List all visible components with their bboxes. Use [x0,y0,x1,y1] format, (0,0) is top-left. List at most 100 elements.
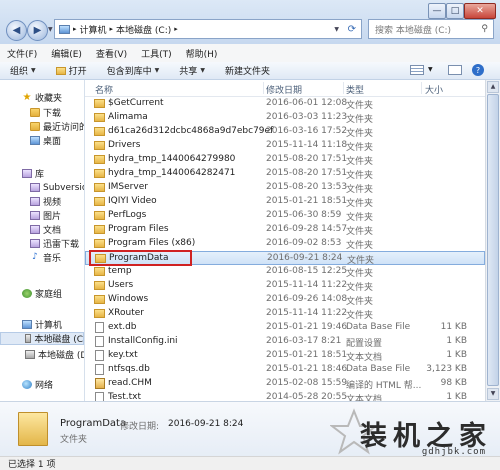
menu-view[interactable]: 查看(V) [89,47,134,60]
table-row[interactable]: XRouter 2015-11-14 11:22 文件夹 [85,307,485,321]
close-button[interactable]: ✕ [464,3,496,19]
share-button[interactable]: 共享 ▼ [169,64,215,77]
documents-library-icon [30,225,40,234]
table-row[interactable]: hydra_tmp_1440064282471 2015-08-20 17:51 文… [85,167,485,181]
address-dropdown-icon[interactable]: ▼ [334,26,339,33]
nav-downloads[interactable]: 下载 [30,106,61,119]
nav-recent-places[interactable]: 最近访问的 [30,120,84,133]
file-type: 文件夹 [346,199,374,209]
file-type: 文件夹 [346,311,374,321]
table-row[interactable]: IQIYI Video 2015-01-21 18:51 文件夹 [85,195,485,209]
address-field[interactable]: ▸ 计算机 ▸ 本地磁盘 (C:) ▸ ▼ ⟳ [54,19,362,39]
table-row[interactable]: ext.db 2015-01-21 19:46 Data Base File 11 K… [85,321,485,335]
new-folder-button[interactable]: 新建文件夹 [215,64,280,77]
scroll-up-arrow-icon[interactable]: ▲ [487,81,499,93]
command-bar: 组织 ▼ 打开 包含到库中 ▼ 共享 ▼ 新建文件夹 ▼ ? [0,62,500,80]
file-date: 2016-09-21 8:24 [267,253,343,263]
minimize-button[interactable]: — [428,3,446,19]
nav-libraries[interactable]: 库 [22,167,44,180]
help-icon[interactable]: ? [472,64,484,76]
highlight-box [89,250,192,266]
table-row[interactable]: Drivers 2015-11-14 11:18 文件夹 [85,139,485,153]
organize-button[interactable]: 组织 ▼ [0,64,46,77]
nav-homegroup[interactable]: 家庭组 [22,287,62,300]
file-type: 文件夹 [346,185,374,195]
view-dropdown-icon[interactable]: ▼ [428,66,433,73]
file-name: IQIYI Video [108,196,157,206]
open-button[interactable]: 打开 [46,64,97,77]
back-button[interactable]: ◀ [6,20,27,41]
nav-thunder-downloads-label: 迅雷下载 [43,240,80,250]
recent-pages-chevron-icon[interactable]: ▼ [48,26,53,33]
column-divider[interactable] [263,82,264,94]
address-bar-area: ◀ ▶ ▼ ▸ 计算机 ▸ 本地磁盘 (C:) ▸ ▼ ⟳ 搜索 本地磁盘 (C… [0,0,500,45]
menu-help[interactable]: 帮助(H) [179,47,225,60]
table-row[interactable]: temp 2016-08-15 12:25 文件夹 [85,265,485,279]
column-divider[interactable] [343,82,344,94]
column-divider[interactable] [421,82,422,94]
nav-desktop[interactable]: 桌面 [30,134,61,147]
column-header-type[interactable]: 类型 [346,83,364,96]
nav-pictures[interactable]: 图片 [30,209,61,222]
nav-network-label: 网络 [35,381,54,391]
file-name: hydra_tmp_1440064282471 [108,168,236,178]
maximize-button[interactable]: □ [446,3,464,19]
nav-computer[interactable]: 计算机 [22,318,62,331]
open-icon [55,66,66,75]
file-date: 2015-11-14 11:22 [266,308,348,318]
breadcrumb-computer[interactable]: 计算机 [80,23,107,36]
table-row[interactable]: PerfLogs 2015-06-30 8:59 文件夹 [85,209,485,223]
table-row[interactable]: Users 2015-11-14 11:22 文件夹 [85,279,485,293]
crumb-separator: ▸ [73,25,77,33]
file-name: read.CHM [108,378,152,388]
nav-videos-label: 视频 [43,198,62,208]
table-row[interactable]: Program Files 2016-09-28 14:57 文件夹 [85,223,485,237]
nav-subversion[interactable]: Subversion [30,181,84,194]
nav-network[interactable]: 网络 [22,378,53,391]
table-row[interactable]: InstallConfig.ini 2016-03-17 8:21 配置设置 1 KB [85,335,485,349]
nav-favorites[interactable]: ★ 收藏夹 [22,91,63,105]
menu-edit[interactable]: 编辑(E) [44,47,89,60]
file-date: 2015-08-20 17:51 [266,168,348,178]
preview-pane-button[interactable] [448,65,462,75]
table-row[interactable]: hydra_tmp_1440064279980 2015-08-20 17:51 文… [85,153,485,167]
menu-file[interactable]: 文件(F) [0,47,44,60]
downloads-folder-icon [30,108,40,117]
breadcrumb-local-disk-c[interactable]: 本地磁盘 (C:) [116,23,171,36]
nav-downloads-label: 下载 [43,109,62,119]
file-type: 文件夹 [346,157,374,167]
column-header-date[interactable]: 修改日期 [266,83,302,96]
file-type: Data Base File [346,364,411,374]
scrollbar-thumb[interactable] [487,94,499,386]
include-in-library-button[interactable]: 包含到库中 ▼ [97,64,170,77]
table-row[interactable]: $GetCurrent 2016-06-01 12:08 文件夹 [85,97,485,111]
search-input[interactable]: 搜索 本地磁盘 (C:) ⚲ [368,19,494,39]
table-row[interactable]: ntfsqs.db 2015-01-21 18:46 Data Base File 3… [85,363,485,377]
nav-music[interactable]: ♪ 音乐 [30,251,61,265]
table-row[interactable]: Alimama 2016-03-03 11:23 文件夹 [85,111,485,125]
forward-button[interactable]: ▶ [27,20,48,41]
menu-tools[interactable]: 工具(T) [134,47,179,60]
table-row[interactable]: Windows 2016-09-26 14:08 文件夹 [85,293,485,307]
scroll-down-arrow-icon[interactable]: ▼ [487,388,499,400]
nav-documents[interactable]: 文档 [30,223,61,236]
nav-favorites-label: 收藏夹 [35,94,63,104]
nav-videos[interactable]: 视频 [30,195,61,208]
details-type: 文件夹 [60,435,88,445]
nav-documents-label: 文档 [43,226,62,236]
nav-thunder-downloads[interactable]: 迅雷下载 [30,237,79,250]
column-header-name[interactable]: 名称 [95,83,113,96]
view-options-icon[interactable] [410,65,424,75]
nav-local-disk-d[interactable]: 本地磁盘 (D [25,348,84,361]
column-header-size[interactable]: 大小 [425,83,443,96]
table-row[interactable]: d61ca26d312dcbc4868a9d7ebc79ef 2016-03-16… [85,125,485,139]
table-row[interactable]: Program Files (x86) 2016-09-02 8:53 文件夹 [85,237,485,251]
table-row[interactable]: Test.txt 2014-05-28 20:55 文本文档 1 KB [85,391,485,401]
vertical-scrollbar[interactable]: ▲ ▼ [485,80,500,401]
refresh-icon[interactable]: ⟳ [348,24,356,35]
table-row[interactable]: read.CHM 2015-02-08 15:59 编译的 HTML 帮... 98 … [85,377,485,391]
table-row[interactable]: IMServer 2015-08-20 13:53 文件夹 [85,181,485,195]
file-date: 2015-01-21 18:46 [266,364,348,374]
table-row[interactable]: key.txt 2015-01-21 18:51 文本文档 1 KB [85,349,485,363]
nav-local-disk-c[interactable]: 本地磁盘 (C [0,332,84,345]
